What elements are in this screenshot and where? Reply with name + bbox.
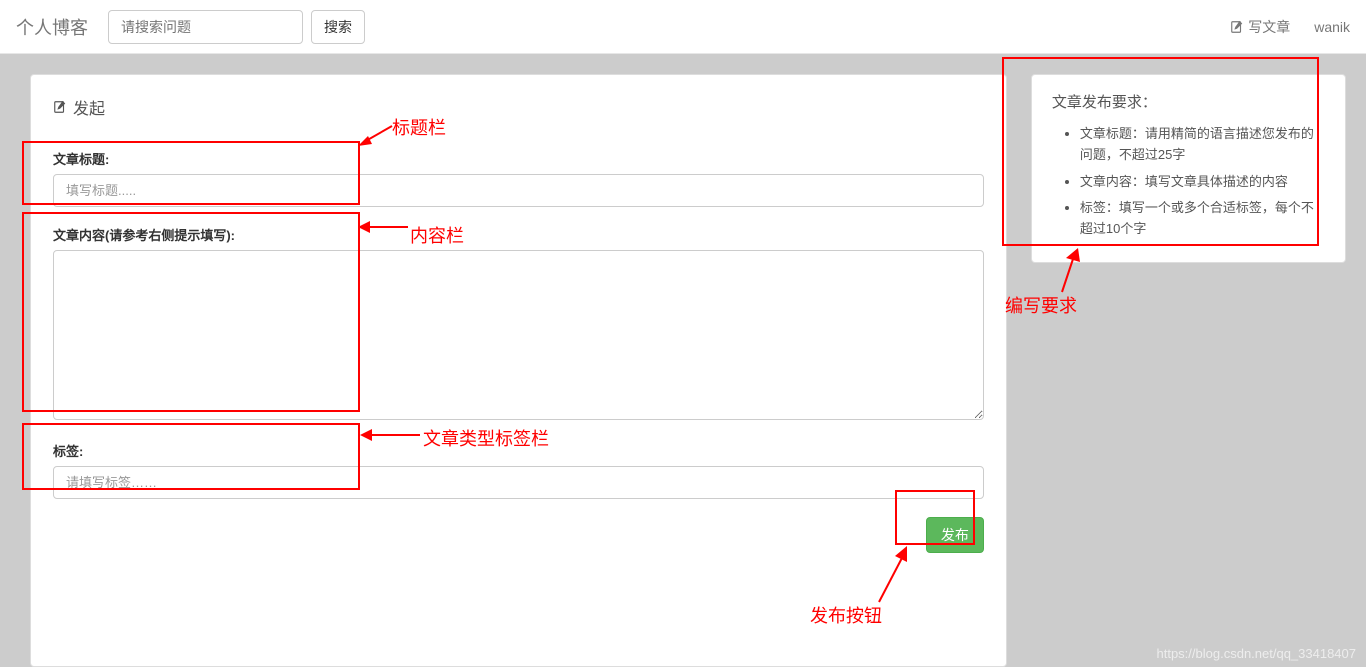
write-article-link[interactable]: 写文章 bbox=[1230, 17, 1290, 37]
brand-title: 个人博客 bbox=[16, 14, 88, 40]
tag-input[interactable] bbox=[53, 466, 984, 499]
content-textarea[interactable] bbox=[53, 250, 984, 420]
username-link[interactable]: wanik bbox=[1314, 19, 1350, 35]
write-article-label: 写文章 bbox=[1248, 17, 1290, 37]
content-area: 发起 文章标题: 文章内容(请参考右侧提示填写): 标签: 发布 文章发布要求：… bbox=[0, 54, 1366, 667]
watermark: https://blog.csdn.net/qq_33418407 bbox=[1157, 646, 1357, 661]
list-item: 文章内容：填写文章具体描述的内容 bbox=[1080, 172, 1325, 193]
list-item: 标签：填写一个或多个合适标签，每个不超过10个字 bbox=[1080, 198, 1325, 240]
tag-form-group: 标签: bbox=[53, 441, 984, 499]
content-form-group: 文章内容(请参考右侧提示填写): bbox=[53, 225, 984, 423]
top-navbar: 个人博客 搜索 写文章 wanik bbox=[0, 0, 1366, 54]
search-input[interactable] bbox=[108, 10, 303, 44]
sidebar-panel: 文章发布要求： 文章标题：请用精简的语言描述您发布的问题，不超过25字 文章内容… bbox=[1031, 74, 1346, 263]
annotation-label-requirements: 编写要求 bbox=[1005, 292, 1077, 318]
tag-label: 标签: bbox=[53, 441, 984, 460]
content-label: 文章内容(请参考右侧提示填写): bbox=[53, 225, 984, 244]
sidebar-list: 文章标题：请用精简的语言描述您发布的问题，不超过25字 文章内容：填写文章具体描… bbox=[1052, 124, 1325, 240]
title-form-group: 文章标题: bbox=[53, 149, 984, 207]
panel-title: 发起 bbox=[53, 95, 984, 119]
publish-button[interactable]: 发布 bbox=[926, 517, 984, 553]
submit-row: 发布 bbox=[53, 517, 984, 553]
title-label: 文章标题: bbox=[53, 149, 984, 168]
compose-icon bbox=[53, 100, 67, 114]
edit-icon bbox=[1230, 20, 1244, 34]
search-button[interactable]: 搜索 bbox=[311, 10, 365, 44]
panel-title-text: 发起 bbox=[73, 95, 105, 119]
list-item: 文章标题：请用精简的语言描述您发布的问题，不超过25字 bbox=[1080, 124, 1325, 166]
sidebar-title: 文章发布要求： bbox=[1052, 91, 1325, 112]
title-input[interactable] bbox=[53, 174, 984, 207]
main-panel: 发起 文章标题: 文章内容(请参考右侧提示填写): 标签: 发布 bbox=[30, 74, 1007, 667]
